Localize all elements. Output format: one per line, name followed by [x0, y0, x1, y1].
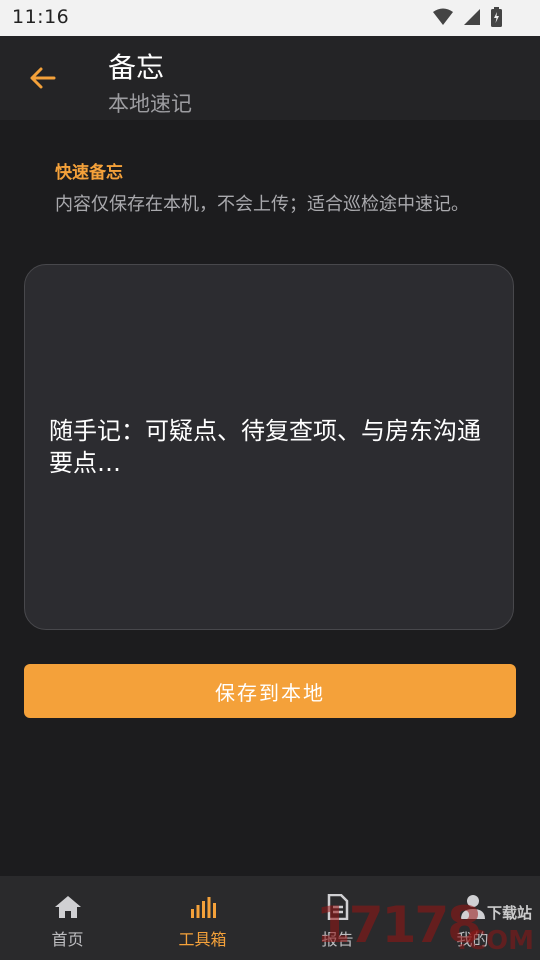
nav-label-report: 报告	[321, 930, 354, 949]
section-title: 快速备忘	[55, 163, 123, 183]
battery-icon	[491, 7, 502, 27]
nav-item-home[interactable]: 首页	[0, 876, 135, 960]
status-time: 11:16	[12, 6, 70, 28]
status-bar: 11:16	[0, 0, 540, 36]
save-local-button[interactable]: 保存到本地	[24, 664, 516, 718]
memo-input[interactable]: 随手记：可疑点、待复查项、与房东沟通要点…	[24, 264, 514, 630]
memo-placeholder: 随手记：可疑点、待复查项、与房东沟通要点…	[49, 417, 481, 477]
signal-icon	[464, 9, 480, 25]
section-description: 内容仅保存在本机，不会上传；适合巡检途中速记。	[55, 194, 469, 215]
nav-item-toolbox[interactable]: 工具箱	[135, 876, 270, 960]
profile-icon	[460, 895, 485, 919]
nav-label-profile: 我的	[456, 930, 489, 949]
back-arrow-icon	[30, 67, 56, 89]
toolbox-icon	[190, 897, 216, 918]
status-icons	[433, 7, 502, 27]
home-icon	[54, 896, 81, 918]
bottom-nav: 首页 工具箱 报告 我的	[0, 876, 540, 960]
report-icon	[327, 894, 348, 920]
back-button[interactable]	[22, 56, 62, 100]
app-bar: 备忘 本地速记	[0, 36, 540, 120]
nav-item-report[interactable]: 报告	[270, 876, 405, 960]
nav-label-toolbox: 工具箱	[178, 930, 227, 949]
page-title: 备忘	[108, 51, 165, 84]
page-subtitle: 本地速记	[108, 92, 192, 116]
nav-item-profile[interactable]: 我的	[405, 876, 540, 960]
nav-label-home: 首页	[51, 930, 84, 949]
wifi-icon	[433, 8, 453, 25]
